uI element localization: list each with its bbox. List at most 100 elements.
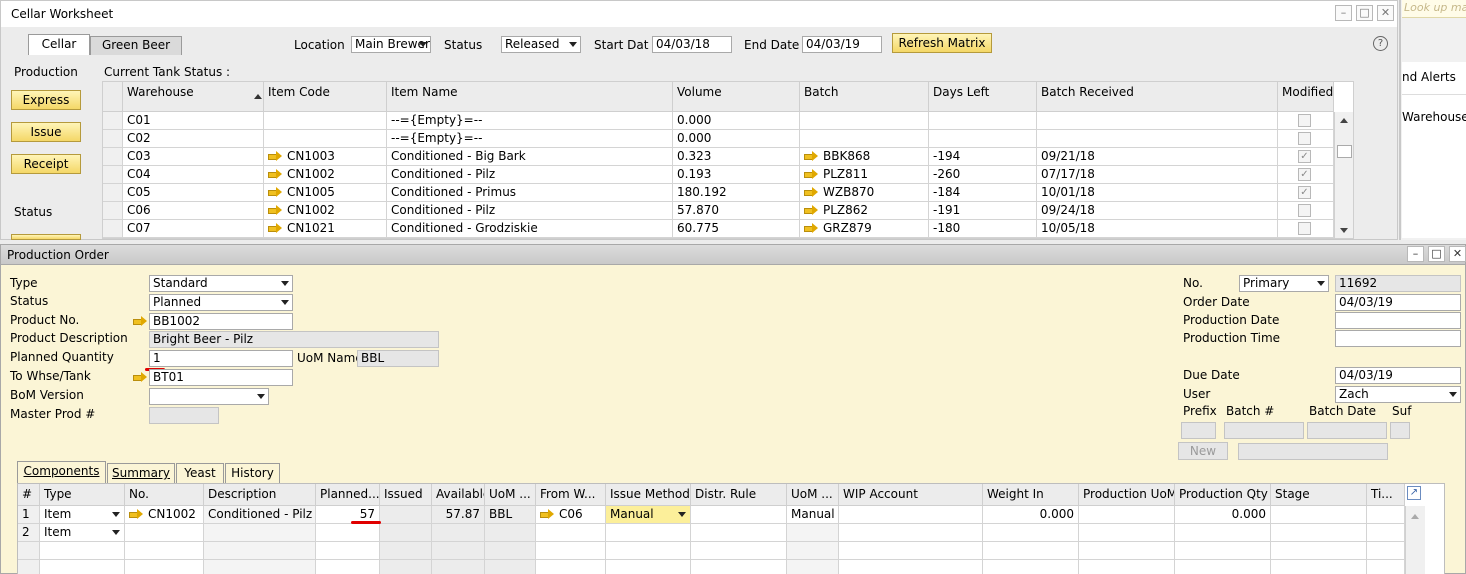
production-time-input[interactable]	[1335, 330, 1461, 347]
comp-cell-distr[interactable]	[691, 560, 787, 574]
receipt-button[interactable]: Receipt	[11, 154, 81, 174]
comp-cell-wip[interactable]	[839, 560, 983, 574]
comp-cell-distr[interactable]	[691, 506, 787, 524]
link-arrow-icon[interactable]	[129, 509, 144, 519]
comp-cell-distr[interactable]	[691, 524, 787, 542]
link-arrow-icon[interactable]	[268, 187, 283, 197]
tab-cellar[interactable]: Cellar	[28, 34, 90, 55]
express-button[interactable]: Express	[11, 90, 81, 110]
expand-grid-icon[interactable]: ↗	[1407, 486, 1421, 500]
comp-cell-weight[interactable]: 0.000	[983, 506, 1079, 524]
tab-green-beer[interactable]: Green Beer	[90, 36, 182, 55]
comp-cell-uom2[interactable]: Manual	[787, 506, 839, 524]
product-no-input[interactable]: BB1002	[149, 313, 293, 330]
comp-cell-pqty[interactable]: 0.000	[1175, 506, 1271, 524]
tank-cell-batch[interactable]	[800, 112, 929, 130]
comp-cell-method[interactable]: Manual	[606, 506, 691, 524]
comp-cell-from[interactable]: C06	[536, 506, 606, 524]
comp-col-header[interactable]: Type	[40, 484, 125, 506]
tank-cell-batch[interactable]	[800, 130, 929, 148]
row-selector[interactable]	[103, 112, 123, 130]
user-select[interactable]: Zach	[1335, 386, 1461, 403]
order-close-icon[interactable]: ✕	[1449, 246, 1466, 262]
order-maximize-icon[interactable]: □	[1428, 246, 1445, 262]
new-batch-button[interactable]: New	[1178, 442, 1228, 460]
comp-cell-type[interactable]: Item	[40, 524, 125, 542]
comp-cell-puom[interactable]	[1079, 506, 1175, 524]
lookup-field[interactable]: Look up maste	[1402, 0, 1466, 18]
comp-cell-from[interactable]	[536, 560, 606, 574]
comp-cell-uom2[interactable]	[787, 524, 839, 542]
comp-cell-pqty[interactable]	[1175, 542, 1271, 560]
status-select[interactable]: Planned	[149, 294, 293, 311]
checkbox-icon[interactable]	[1298, 204, 1311, 217]
comp-cell-from[interactable]	[536, 524, 606, 542]
dropdown-arrow-icon[interactable]	[678, 512, 686, 517]
bom-version-select[interactable]	[149, 388, 269, 405]
comp-scroll-up-icon[interactable]	[1411, 514, 1419, 519]
comp-col-header[interactable]: UoM ...	[787, 484, 839, 506]
link-arrow-icon[interactable]	[804, 187, 819, 197]
alerts-label[interactable]: nd Alerts	[1402, 69, 1456, 85]
tank-cell-code[interactable]: CN1002	[264, 166, 387, 184]
row-selector[interactable]	[103, 220, 123, 238]
whse-link-arrow-icon[interactable]	[133, 372, 148, 382]
col-warehouse[interactable]: Warehouse	[123, 82, 264, 112]
comp-cell-planned[interactable]	[316, 524, 380, 542]
comp-cell-method[interactable]	[606, 560, 691, 574]
comp-cell-weight[interactable]	[983, 524, 1079, 542]
comp-cell-weight[interactable]	[983, 560, 1079, 574]
comp-cell-type[interactable]	[40, 560, 125, 574]
status-select[interactable]: Released	[501, 36, 581, 53]
link-arrow-icon[interactable]	[540, 509, 555, 519]
warehouse-link[interactable]: Warehouse	[1402, 109, 1466, 125]
col-batch-received[interactable]: Batch Received	[1037, 82, 1278, 112]
issue-button[interactable]: Issue	[11, 122, 81, 142]
comp-cell-method[interactable]	[606, 524, 691, 542]
product-link-arrow-icon[interactable]	[133, 316, 148, 326]
tab-summary[interactable]: Summary	[107, 463, 175, 483]
comp-cell-puom[interactable]	[1079, 524, 1175, 542]
comp-col-header[interactable]: No.	[125, 484, 204, 506]
tank-cell-batch[interactable]: GRZ879	[800, 220, 929, 238]
tank-cell-code[interactable]: CN1003	[264, 148, 387, 166]
order-date-input[interactable]: 04/03/19	[1335, 294, 1461, 311]
col-item-code[interactable]: Item Code	[264, 82, 387, 112]
col-days-left[interactable]: Days Left	[929, 82, 1037, 112]
checkbox-icon[interactable]	[1298, 132, 1311, 145]
comp-cell-no[interactable]: CN1002	[125, 506, 204, 524]
comp-cell-desc[interactable]: Conditioned - Pilz	[204, 506, 316, 524]
comp-cell-pqty[interactable]	[1175, 524, 1271, 542]
col-batch[interactable]: Batch	[800, 82, 929, 112]
tank-cell-code[interactable]	[264, 130, 387, 148]
comp-cell-from[interactable]	[536, 542, 606, 560]
comp-cell-distr[interactable]	[691, 542, 787, 560]
comp-col-header[interactable]: Production UoM	[1079, 484, 1175, 506]
link-arrow-icon[interactable]	[268, 205, 283, 215]
comp-cell-uom2[interactable]	[787, 560, 839, 574]
refresh-matrix-button[interactable]: Refresh Matrix	[892, 33, 992, 53]
type-select[interactable]: Standard	[149, 275, 293, 292]
comp-cell-pqty[interactable]	[1175, 560, 1271, 574]
row-selector[interactable]	[103, 166, 123, 184]
minimize-icon[interactable]: –	[1335, 5, 1352, 21]
comp-col-header[interactable]: Planned...	[316, 484, 380, 506]
batch-date-field[interactable]	[1307, 422, 1387, 439]
maximize-icon[interactable]: □	[1356, 5, 1373, 21]
link-arrow-icon[interactable]	[804, 223, 819, 233]
row-selector[interactable]	[103, 184, 123, 202]
tab-history[interactable]: History	[225, 463, 280, 483]
tank-cell-batch[interactable]: BBK868	[800, 148, 929, 166]
comp-cell-puom[interactable]	[1079, 560, 1175, 574]
tab-components[interactable]: Components	[17, 461, 106, 483]
checked-checkbox-icon[interactable]: ✓	[1298, 186, 1311, 199]
production-date-input[interactable]	[1335, 312, 1461, 329]
tank-cell-code[interactable]: CN1002	[264, 202, 387, 220]
order-minimize-icon[interactable]: –	[1407, 246, 1424, 262]
tank-cell-batch[interactable]: WZB870	[800, 184, 929, 202]
help-icon[interactable]: ?	[1373, 36, 1388, 51]
link-arrow-icon[interactable]	[804, 151, 819, 161]
comp-col-header[interactable]: #	[18, 484, 40, 506]
tank-cell-batch[interactable]: PLZ862	[800, 202, 929, 220]
comp-cell-planned[interactable]	[316, 542, 380, 560]
